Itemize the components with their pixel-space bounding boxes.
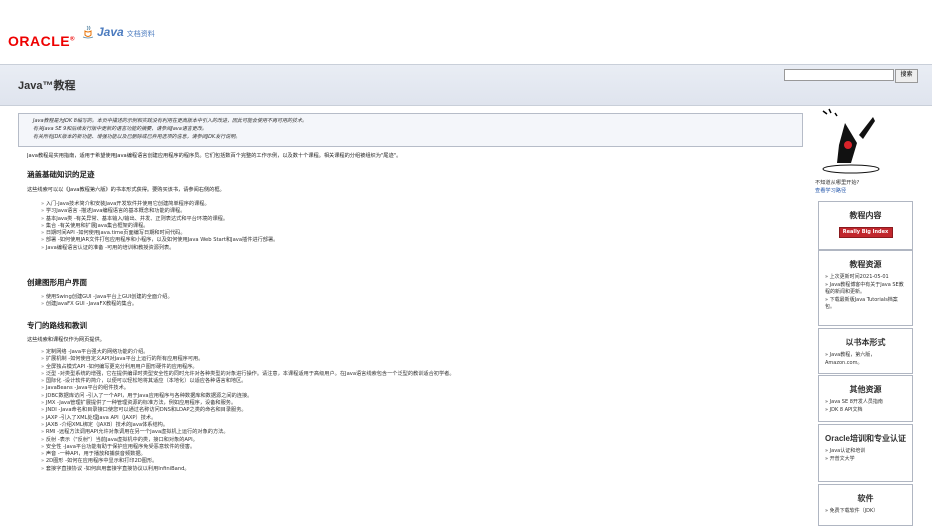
section-heading-basics: 涵盖基础知识的足迹 — [27, 170, 95, 179]
list-item[interactable]: 创建JavaFX GUI -JavaFX教程的集合。 — [41, 301, 173, 308]
sidebar-note: 不知道从哪里开始? 查看学习路径 — [815, 180, 859, 195]
box-heading: 软件 — [857, 494, 874, 503]
oracle-training-box: Oracle培训和专业认证 Java认证和培训 开普文大学 — [818, 424, 913, 482]
list-item[interactable]: 套接字直接协议 -如何启用套接字直接协议以利用InfiniBand。 — [41, 466, 455, 473]
intro-text: Java教程是实用指南，适用于希望使用Java编程语言创建应用程序的程序员。它们… — [27, 153, 402, 159]
search-input[interactable] — [784, 69, 894, 81]
box-heading: 其他资源 — [849, 385, 882, 394]
notice-line: 有关所有JDK版本的新功能、增强功能以及已删除或已弃用选项的信息，请参阅JDK发… — [33, 134, 241, 140]
list-item[interactable]: Java教程博客中有关于Java SE教程的新闻和更新。 — [825, 282, 906, 297]
trail-list-gui: 使用Swing创建GUI -Java平台上GUI创建的全面介绍。 创建JavaF… — [41, 294, 173, 309]
list-item[interactable]: 基本Java类 -有关异常、基本输入/输出、并发、正则表达式和平台环境的课程。 — [41, 216, 278, 223]
list-item[interactable]: 扩展机制 -如何使自定义API对Java平台上运行的所有应用程序可用。 — [41, 356, 455, 363]
other-resources-box: 其他资源 Java SE 8开发人员指南 JDK 8 API文档 — [818, 375, 913, 422]
list-item[interactable]: Java编程语言认证的准备 -可用的培训和教授资源列表。 — [41, 245, 278, 252]
section-heading-gui: 创建图形用户界面 — [27, 278, 87, 287]
section-desc-basics: 这些线索可以以《Java教程第六版》的书本形式获得。要购买该书，请参阅右侧的框。 — [27, 187, 225, 193]
version-notice: Java教程是为JDK 8编写的。本页中描述的示例和实践没有利用在更高版本中引入… — [18, 113, 803, 147]
box-links: 免费下载软件（JDK） — [819, 504, 912, 516]
box-heading: 以书本形式 — [845, 338, 886, 347]
trail-list-basics: 入门-Java技术简介和安装Java开发软件并使用它创建简单程序的课程。 学习J… — [41, 201, 279, 252]
list-item[interactable]: Java认证和培训 — [825, 448, 906, 456]
list-item[interactable]: 下载最新版Java Tutorials档案包。 — [825, 297, 906, 312]
list-item[interactable]: 上次更新时间2021-05-01 — [825, 274, 906, 282]
page-header: ORACLE® Java 文档资料 — [0, 0, 932, 64]
java-cup-icon — [82, 25, 94, 39]
duke-mascot-icon — [822, 108, 880, 174]
list-item[interactable]: 部署 -如何使用JAR文件打包应用程序和小程序，以及如何使用Java Web S… — [41, 237, 279, 244]
sidebar-note-text: 不知道从哪里开始? — [815, 180, 860, 186]
list-item[interactable]: 学习Java语言 -描述Java编程语言的基本概念和功能的课程。 — [41, 208, 278, 215]
java-doc-label: 文档资料 — [126, 30, 155, 38]
page-title: Java™教程 — [18, 80, 76, 92]
box-links: Java认证和培训 开普文大学 — [819, 444, 912, 463]
list-item[interactable]: 全屏独占模式API -如何编写更充分利用用户图形硬件的应用程序。 — [41, 364, 455, 371]
box-heading: 教程资源 — [849, 260, 882, 269]
java-wordmark: Java — [97, 25, 124, 39]
oracle-logo[interactable]: ORACLE® — [8, 33, 75, 49]
list-item[interactable]: Java SE 8开发人员指南 — [825, 399, 906, 407]
notice-line: Java教程是为JDK 8编写的。本页中描述的示例和实践没有利用在更高版本中引入… — [33, 118, 307, 124]
notice-line: 有关Java SE 9和后续发行版中更新的语言功能的摘要，请参阅Java语言更改… — [33, 126, 207, 132]
tutorial-resources-box: 教程资源 上次更新时间2021-05-01 Java教程博客中有关于Java S… — [818, 250, 913, 326]
list-item[interactable]: JNDI -Java命名和目录接口使您可以通过名称访问DNS和LDAP之类的命名… — [41, 407, 455, 414]
java-logo[interactable]: Java 文档资料 — [82, 25, 155, 39]
list-item[interactable]: 免费下载软件（JDK） — [825, 508, 906, 516]
really-big-index-button[interactable]: Really Big Index — [838, 227, 893, 238]
list-item[interactable]: 开普文大学 — [825, 456, 906, 464]
list-item[interactable]: JDBC数据库访问 -引入了一个API，用于Java应用程序与各种数据库和数据源… — [41, 393, 455, 400]
box-links: Java教程，第六版，Amazon.com。 — [819, 348, 912, 367]
box-heading: Oracle培训和专业认证 — [825, 434, 906, 443]
book-form-box: 以书本形式 Java教程，第六版，Amazon.com。 — [818, 328, 913, 374]
list-item[interactable]: JDK 8 API文档 — [825, 407, 906, 415]
section-desc-specialized: 这些线索和课程仅作为网页提供。 — [27, 337, 105, 343]
list-item[interactable]: 2D图形 -如何在应用程序中显示和打印2D图形。 — [41, 458, 455, 465]
search-button[interactable]: 搜索 — [895, 69, 918, 83]
learning-paths-link[interactable]: 查看学习路径 — [815, 188, 859, 196]
list-item[interactable]: JAXP -引入了XML处理Java API（JAXP）技术。 — [41, 415, 455, 422]
section-heading-specialized: 专门的路线和教训 — [27, 321, 87, 330]
list-item[interactable]: RMI -远程方法调用API允许对象调用在另一个Java虚拟机上运行的对象的方法… — [41, 429, 455, 436]
list-item[interactable]: Java教程，第六版，Amazon.com。 — [825, 352, 906, 367]
software-box: 软件 免费下载软件（JDK） — [818, 484, 913, 526]
trail-list-specialized: 定制网络 -Java平台强大的网络功能的介绍。 扩展机制 -如何使自定义API对… — [41, 349, 455, 473]
tutorial-contents-box: 教程内容 Really Big Index — [818, 201, 913, 250]
list-item[interactable]: JavaBeans -Java平台的组件技术。 — [41, 385, 455, 392]
list-item[interactable]: 反射 -表示（"反射"）当前Java虚拟机中的类，接口和对象的API。 — [41, 437, 455, 444]
box-heading: 教程内容 — [849, 211, 882, 220]
box-links: Java SE 8开发人员指南 JDK 8 API文档 — [819, 395, 912, 414]
box-links: 上次更新时间2021-05-01 Java教程博客中有关于Java SE教程的新… — [819, 270, 912, 312]
